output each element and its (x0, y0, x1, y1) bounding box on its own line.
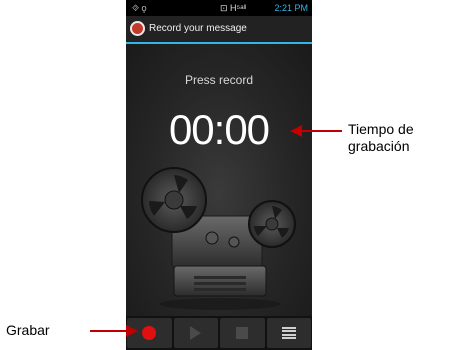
phone-screen: ⯑ ⚲ ⊡ H⁵ᵃˡˡ 2:21 PM Record your message … (126, 0, 312, 350)
signal-icons: ⊡ H⁵ᵃˡˡ (220, 3, 247, 13)
stop-button[interactable] (220, 318, 265, 348)
stop-icon (236, 327, 249, 339)
record-arrow-head (126, 325, 138, 337)
play-icon (190, 326, 202, 340)
timer-annotation-line2: grabación (348, 138, 410, 154)
record-arrow (90, 330, 126, 332)
status-icons-left: ⯑ ⚲ (132, 3, 147, 13)
recordings-list-button[interactable] (266, 318, 311, 348)
page-title: Record your message (149, 23, 247, 34)
recording-timer: 00:00 (168, 106, 270, 153)
timer-annotation: Tiempo de grabación (348, 121, 460, 155)
recorder-app-icon (130, 21, 145, 36)
timer-annotation-line1: Tiempo de (348, 121, 414, 137)
record-icon (142, 326, 157, 340)
play-button[interactable] (173, 318, 218, 348)
timer-arrow (300, 130, 342, 132)
reel-recorder-illustration (141, 167, 296, 310)
recorder-screen: Press record 00:00 (126, 44, 312, 316)
left-reel (141, 167, 207, 233)
list-icon (281, 327, 296, 339)
record-annotation: Grabar (6, 322, 50, 338)
status-time: 2:21 PM (274, 3, 308, 13)
recorder-status: Press record (184, 73, 254, 87)
title-bar: Record your message (126, 16, 312, 44)
right-reel (248, 200, 296, 248)
timer-arrow-head (290, 125, 302, 137)
recorder-controls (126, 316, 312, 350)
status-bar: ⯑ ⚲ ⊡ H⁵ᵃˡˡ 2:21 PM (126, 0, 312, 16)
